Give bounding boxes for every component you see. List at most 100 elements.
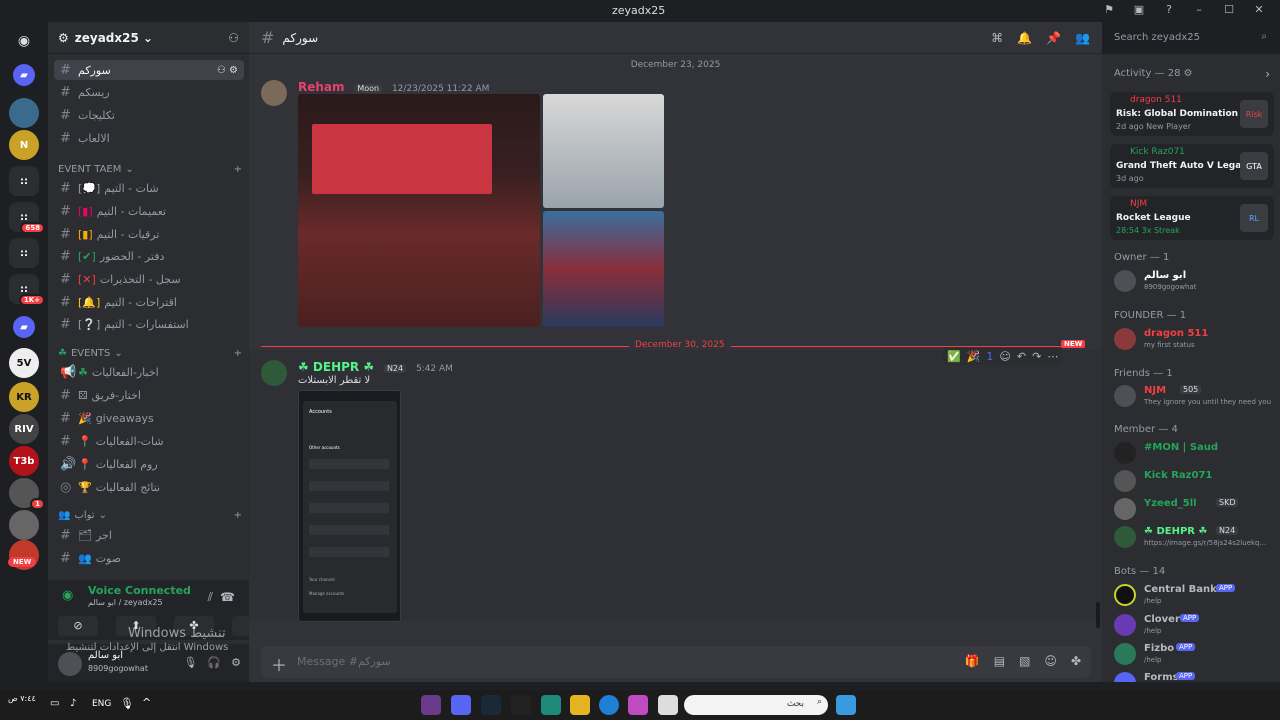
member-item[interactable]: NJM 505 They ignore you until they need yo… [1114,385,1274,409]
server-icon[interactable]: N [9,130,39,160]
taskbar-search[interactable]: بحث ⌕ [684,695,828,715]
discord-icon[interactable] [451,695,471,715]
channel-item[interactable]: # 📍 شات-الفعاليات [54,431,244,451]
copilot-icon[interactable] [628,695,648,715]
add-channel-icon[interactable]: + [234,164,242,175]
message-author[interactable]: ☘ DEHPR ☘ [298,360,374,374]
app-icon[interactable] [541,695,561,715]
add-user-icon[interactable]: ⚇ [228,31,239,45]
member-item[interactable]: ☘ DEHPR ☘ N24 https://image.gs/r/58js24s2l… [1114,526,1274,550]
app-icon[interactable] [421,695,441,715]
message-input[interactable]: Message #سوركم [297,655,391,668]
gif-icon[interactable]: ▤ [994,654,1005,668]
channel-item[interactable]: # سوركم ⚇ ⚙ [54,60,244,80]
pin-icon[interactable]: 📌 [1046,31,1061,45]
channel-item[interactable]: # [💭] شات - التيم [54,178,244,198]
server-icon[interactable]: RIV [9,414,39,444]
member-item[interactable]: Yzeed_5ll SKD [1114,498,1274,522]
message-author[interactable]: Reham [298,80,345,94]
add-channel-icon[interactable]: + [234,510,242,521]
apps-icon[interactable]: ✤ [1071,654,1081,668]
noise-icon[interactable]: ⫽ [208,590,213,605]
attached-image[interactable] [298,94,540,327]
channel-item[interactable]: # 👥 صوت [54,548,244,568]
channel-item[interactable]: # [▮] ترقيات - التيم [54,224,244,244]
headphones-icon[interactable]: 🎧 [207,656,221,669]
folder-icon[interactable]: ▰ [13,64,35,86]
emoji-icon[interactable]: ☺ [1044,654,1057,668]
discord-home-icon[interactable]: ◉ [9,26,39,56]
member-item[interactable]: ابو سالم 8909gogowhat [1114,270,1274,294]
server-icon[interactable]: T3b [9,446,39,476]
member-item[interactable]: Fizbo/help APP [1114,643,1274,667]
folder-icon[interactable] [570,695,590,715]
gift-icon[interactable]: 🎁 [965,654,980,668]
member-item[interactable]: Kick Raz071 [1114,470,1274,494]
inbox-icon[interactable]: ⚑ [1094,3,1124,16]
edge-icon[interactable] [599,695,619,715]
phone-screenshot[interactable]: Accounts Other accounts Your channel Man… [298,390,401,622]
server-header[interactable]: ⚙ zeyadx25 ⌄ ⚇ [48,22,249,54]
forward-icon[interactable]: ↷ [1032,350,1041,363]
channel-item[interactable]: # ⚄ اختار-فريق [54,385,244,405]
more-icon[interactable]: ⋯ [1047,350,1058,363]
server-icon[interactable]: KR [9,382,39,412]
settings-icon[interactable]: ⚙ [231,656,241,669]
reply-icon[interactable]: ↶ [1017,350,1026,363]
bell-icon[interactable]: 🔔 [1017,31,1032,45]
server-folder-icon[interactable]: :: [9,166,39,196]
category-event-team[interactable]: EVENT TAEM ⌄ + [58,164,242,175]
attached-image[interactable] [543,211,664,327]
attached-image[interactable] [543,94,664,208]
search-input[interactable]: Search zeyadx25 ⌕ [1108,28,1273,48]
check-reaction-icon[interactable]: ✅ [947,350,961,363]
server-folder-icon[interactable]: :: 658 [9,202,45,234]
threads-icon[interactable]: ⌘ [991,31,1003,45]
disconnect-icon[interactable]: ☎ [220,590,235,604]
member-item[interactable]: #MON | Saud [1114,442,1274,466]
microphone-icon[interactable]: 🎙 [183,656,197,669]
channel-item[interactable]: 🔊 📍 روم الفعاليات [54,454,244,474]
microphone-icon[interactable]: 🎙 [120,697,134,710]
message-composer[interactable]: ＋ Message #سوركم 🎁 ▤ ▧ ☺ ✤ [261,646,1091,678]
server-folder-icon[interactable]: :: 1K+ [9,274,45,306]
minimize-button[interactable]: – [1184,3,1214,16]
help-icon[interactable]: ? [1154,3,1184,16]
server-icon[interactable]: 5V [9,348,39,378]
app-icon[interactable] [511,695,531,715]
channel-item[interactable]: # تكليجات [54,105,244,125]
category-tawab[interactable]: 👥 تواب ⌄ + [58,510,242,521]
avatar[interactable] [261,360,287,386]
network-icon[interactable]: ▭ [50,698,59,709]
channel-item[interactable]: # الالعاب [54,128,244,148]
chevron-up-icon[interactable]: ^ [142,696,151,709]
channel-item[interactable]: # 🗂 اجر [54,525,244,545]
activity-card[interactable]: Kick Raz071 Grand Theft Auto V Legacy 3d… [1110,144,1274,188]
activity-card[interactable]: NJM Rocket League 28:54 3x Streak RL [1110,196,1274,240]
task-view-icon[interactable] [658,695,678,715]
member-item[interactable]: dragon 511 my first status [1114,328,1274,352]
member-item[interactable]: Clover/help APP [1114,614,1274,638]
volume-icon[interactable]: ♪ [70,698,76,709]
channel-item[interactable]: ◎ 🏆 نتائج الفعاليات [54,477,244,497]
category-events[interactable]: ☘ EVENTS ⌄ + [58,348,242,359]
avatar[interactable] [58,652,82,676]
activity-card[interactable]: dragon 511 Risk: Global Domination 2d ag… [1110,92,1274,136]
server-icon[interactable]: 1 [9,478,45,510]
server-icon[interactable] [9,98,39,128]
party-reaction-icon[interactable]: 🎉 [967,350,981,363]
channel-item[interactable]: # [✕] سجل - التحذيرات [54,269,244,289]
channel-item[interactable]: # [❔] استفسارات - التيم [54,314,244,334]
channel-item[interactable]: # [✔] دفتر - الحضور [54,246,244,266]
sticker-icon[interactable]: ▧ [1019,654,1030,668]
server-icon[interactable] [9,510,39,540]
channel-item[interactable]: 📢 ☘ اخبار-الفعاليات [54,362,244,382]
number-reaction-icon[interactable]: 1 [986,350,993,363]
member-item[interactable]: Forms APP [1114,672,1274,682]
language-indicator[interactable]: ENG [92,699,111,709]
start-icon[interactable] [836,695,856,715]
clock[interactable]: ٧:٤٤ ص [8,694,36,704]
add-channel-icon[interactable]: + [234,348,242,359]
channel-item[interactable]: # [▮] تعميمات - التيم [54,201,244,221]
plus-icon[interactable]: ＋ [271,652,287,676]
